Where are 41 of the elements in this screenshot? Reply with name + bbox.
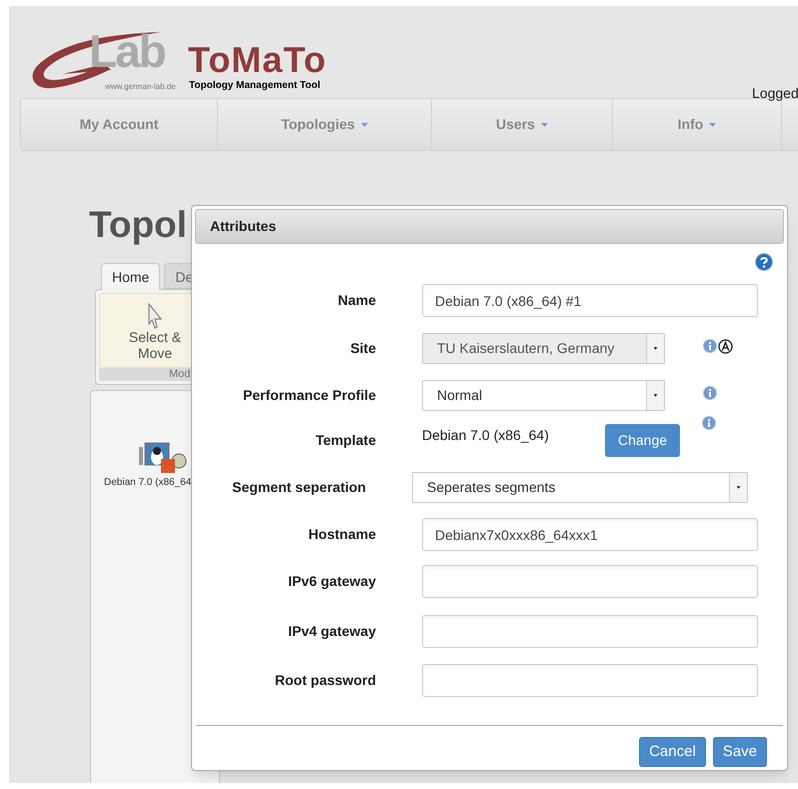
- caret-icon: [709, 122, 716, 126]
- circled-a-icon: [718, 339, 733, 354]
- text-field[interactable]: [422, 664, 758, 697]
- app-subtitle: Topology Management Tool: [189, 80, 320, 92]
- computer-node-icon: [139, 441, 187, 475]
- dialog-button[interactable]: Cancel: [639, 737, 706, 767]
- field-label: Root password: [274, 671, 376, 690]
- field-label: Segment seperation: [231, 478, 366, 497]
- template-value: Debian 7.0 (x86_64): [422, 426, 550, 445]
- logo-url: www.german-lab.de: [105, 82, 176, 92]
- caret-icon: [540, 122, 548, 126]
- field-label: Hostname: [307, 525, 376, 544]
- help-icon[interactable]: [755, 253, 773, 271]
- info-icon[interactable]: [702, 416, 716, 430]
- node-label: Debian 7.0 (x86_64: [104, 476, 192, 490]
- nav-item[interactable]: Users: [432, 99, 613, 150]
- nav-item[interactable]: Topologies: [218, 99, 432, 150]
- field-label: IPv4 gateway: [287, 622, 376, 641]
- select-field[interactable]: Seperates segments: [412, 472, 748, 503]
- page-title: Topol: [89, 203, 187, 247]
- change-button[interactable]: Change: [605, 424, 680, 457]
- dialog-title: Attributes: [210, 217, 276, 236]
- field-label: IPv6 gateway: [287, 572, 376, 591]
- info-icon[interactable]: [703, 386, 717, 400]
- text-field[interactable]: [422, 565, 758, 598]
- text-field[interactable]: [422, 614, 758, 648]
- nav-item[interactable]: My Account: [21, 99, 218, 150]
- editor-tab[interactable]: Home: [101, 263, 160, 290]
- field-label: Site: [349, 339, 376, 358]
- dialog-button[interactable]: Save: [712, 737, 767, 767]
- select-field[interactable]: Normal: [422, 380, 665, 411]
- app-title: ToMaTo: [188, 40, 327, 80]
- cursor-icon: [147, 303, 163, 329]
- text-field[interactable]: Debianx7x0xxx86_64xxx1: [422, 518, 758, 551]
- text-field[interactable]: Debian 7.0 (x86_64) #1: [422, 284, 758, 317]
- field-label: Performance Profile: [242, 386, 376, 405]
- login-text: Logged: [752, 85, 798, 101]
- field-label: Name: [336, 291, 376, 310]
- field-label: Template: [314, 431, 376, 450]
- caret-icon: [360, 122, 368, 126]
- logo-text: Lab: [89, 26, 165, 76]
